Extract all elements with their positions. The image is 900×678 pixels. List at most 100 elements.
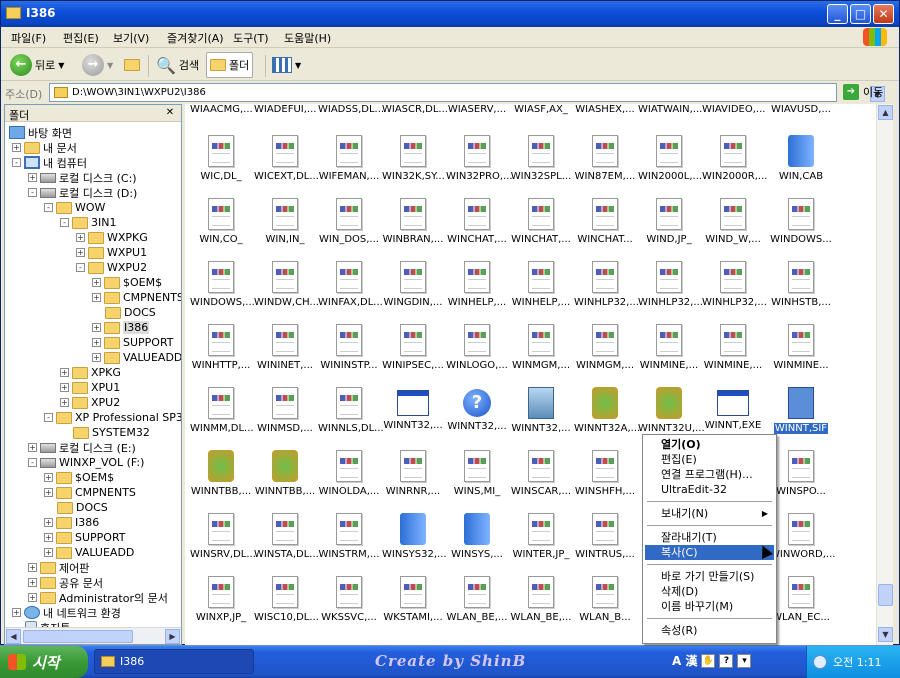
expand-icon[interactable]: + <box>28 563 37 572</box>
expand-icon[interactable]: + <box>92 293 101 302</box>
file-item[interactable]: WINHSTB,... <box>769 261 833 308</box>
file-item[interactable]: WINHLP32,... <box>637 261 703 308</box>
tree-item[interactable]: 바탕 화면 <box>9 125 72 140</box>
file-item[interactable]: WINMINE,... <box>701 324 765 371</box>
expand-icon[interactable]: + <box>92 323 101 332</box>
file-item[interactable]: ? WINNT32,... <box>445 387 509 432</box>
tree-item[interactable]: + 로컬 디스크 (C:) <box>28 170 137 185</box>
file-item[interactable]: WINCHAT,... <box>509 198 573 245</box>
expand-icon[interactable]: + <box>44 548 53 557</box>
file-item[interactable]: WINMGM,... <box>509 324 573 371</box>
file-item[interactable]: WIND,JP_ <box>637 198 701 245</box>
context-menu-item[interactable]: 삭제(D) <box>645 584 774 599</box>
file-item[interactable]: WIN32K,SY... <box>381 135 445 182</box>
tree-item[interactable]: + 로컬 디스크 (E:) <box>28 440 136 455</box>
file-item[interactable]: WINLOGO,... <box>445 324 509 371</box>
file-item[interactable]: WIAVIDEO,... <box>701 104 765 115</box>
tree-item[interactable]: + I386 <box>92 320 150 335</box>
scroll-thumb[interactable] <box>23 630 133 643</box>
up-folder-button[interactable] <box>121 52 143 78</box>
file-item[interactable]: WINBRAN,... <box>381 198 445 245</box>
file-item[interactable]: WINNTBB,... <box>253 450 317 497</box>
tree-item[interactable]: - WOW <box>44 200 105 215</box>
expand-icon[interactable]: + <box>92 278 101 287</box>
expand-icon[interactable]: + <box>60 383 69 392</box>
minimize-button[interactable]: _ <box>827 4 848 24</box>
tree-item[interactable]: - XP Professional SP3 <box>44 410 181 425</box>
scroll-left-icon[interactable]: ◀ <box>6 629 21 644</box>
file-item[interactable]: WINHLP32,... <box>701 261 767 308</box>
expand-icon[interactable]: + <box>60 398 69 407</box>
collapse-icon[interactable]: - <box>28 188 37 197</box>
menu-item[interactable]: 파일(F) <box>11 30 46 46</box>
folders-button[interactable]: 폴더 <box>206 52 254 78</box>
vertical-scrollbar[interactable]: ▲ ▼ <box>876 104 893 645</box>
file-item[interactable]: WIASHEX,... <box>573 104 637 115</box>
expand-icon[interactable]: + <box>28 443 37 452</box>
tree-item[interactable]: + 공유 문서 <box>28 575 103 590</box>
file-item[interactable]: WIN87EM,... <box>573 135 637 182</box>
file-item[interactable]: WIFEMAN,... <box>317 135 381 182</box>
file-item[interactable]: WINHELP,... <box>509 261 573 308</box>
menu-item[interactable]: 편집(E) <box>63 30 99 46</box>
context-menu-item[interactable]: 잘라내기(T) <box>645 530 774 545</box>
tree-item[interactable]: + WXPU1 <box>76 245 147 260</box>
file-item[interactable]: WINMGM,... <box>573 324 637 371</box>
file-item[interactable]: WLAN_BE,... <box>445 576 509 623</box>
file-item[interactable]: WIN2000L,... <box>637 135 702 182</box>
tree-item[interactable]: DOCS <box>57 500 108 515</box>
ime-bar[interactable]: A 漢 ✋ ? ▾ <box>672 652 752 669</box>
file-item[interactable]: WINSYS,... <box>445 513 509 560</box>
tree-item[interactable]: SYSTEM32 <box>73 425 150 440</box>
scroll-up-icon[interactable]: ▲ <box>878 105 893 120</box>
context-menu-item[interactable]: 열기(O) <box>645 437 774 452</box>
file-item[interactable]: WINMINE... <box>769 324 833 371</box>
file-item[interactable]: WINDW,CH... <box>253 261 319 308</box>
file-item[interactable]: WINHTTP,... <box>189 324 253 371</box>
file-item[interactable]: WINNT,SIF <box>769 387 833 434</box>
collapse-icon[interactable]: - <box>28 458 37 467</box>
file-item[interactable]: WINXP,JP_ <box>189 576 253 623</box>
file-item[interactable]: WLAN_B... <box>573 576 637 623</box>
file-item[interactable]: WKSSVC,... <box>317 576 381 623</box>
expand-icon[interactable]: + <box>12 608 21 617</box>
tree-item[interactable]: - WINXP_VOL (F:) <box>28 455 144 470</box>
file-item[interactable]: WINS,MI_ <box>445 450 509 497</box>
file-item[interactable]: WINOLDA,... <box>317 450 381 497</box>
file-item[interactable]: WISC10,DL... <box>253 576 319 623</box>
file-item[interactable]: WIADEFUI,... <box>253 104 317 115</box>
expand-icon[interactable]: + <box>44 533 53 542</box>
expand-icon[interactable]: + <box>44 518 53 527</box>
tree-item[interactable]: - 내 컴퓨터 <box>12 155 87 170</box>
file-item[interactable]: WINHELP,... <box>445 261 509 308</box>
expand-icon[interactable]: + <box>76 248 85 257</box>
expand-icon[interactable]: + <box>12 143 21 152</box>
file-item[interactable]: WKSTAMI,... <box>381 576 445 623</box>
file-item[interactable]: WIASF,AX_ <box>509 104 573 115</box>
tree-item[interactable]: - 3IN1 <box>60 215 116 230</box>
context-menu-item[interactable]: 연결 프로그램(H)... <box>645 467 774 482</box>
expand-icon[interactable]: + <box>92 353 101 362</box>
file-item[interactable]: WINRNR,... <box>381 450 445 497</box>
search-button[interactable]: 🔍 검색 <box>153 52 202 78</box>
scroll-thumb[interactable] <box>878 584 893 606</box>
file-item[interactable]: WICEXT,DL... <box>253 135 319 182</box>
close-pane-icon[interactable]: ✕ <box>163 106 177 120</box>
maximize-button[interactable]: □ <box>850 4 871 24</box>
tree-item[interactable]: + WXPKG <box>76 230 148 245</box>
menu-item[interactable]: 보기(V) <box>113 30 149 46</box>
ime-option-icon[interactable]: ✋ <box>701 653 716 668</box>
context-menu-item[interactable]: 보내기(N) ▶ <box>645 506 774 521</box>
tree-item[interactable]: + VALUEADD <box>92 350 181 365</box>
context-menu-item[interactable]: 복사(C) <box>645 545 774 560</box>
file-item[interactable]: WINSCAR,... <box>509 450 573 497</box>
file-item[interactable]: WINTRUS,... <box>573 513 637 560</box>
file-item[interactable]: WINIPSEC,... <box>381 324 445 371</box>
expand-icon[interactable]: + <box>28 593 37 602</box>
file-item[interactable]: WINSRV,DL... <box>189 513 256 560</box>
go-button[interactable]: ➔ 이동 <box>843 84 883 100</box>
file-item[interactable]: WIN32PRO,... <box>445 135 513 182</box>
file-item[interactable]: WIN32SPL... <box>509 135 573 182</box>
ime-menu-icon[interactable]: ▾ <box>737 653 752 668</box>
expand-icon[interactable]: + <box>44 488 53 497</box>
